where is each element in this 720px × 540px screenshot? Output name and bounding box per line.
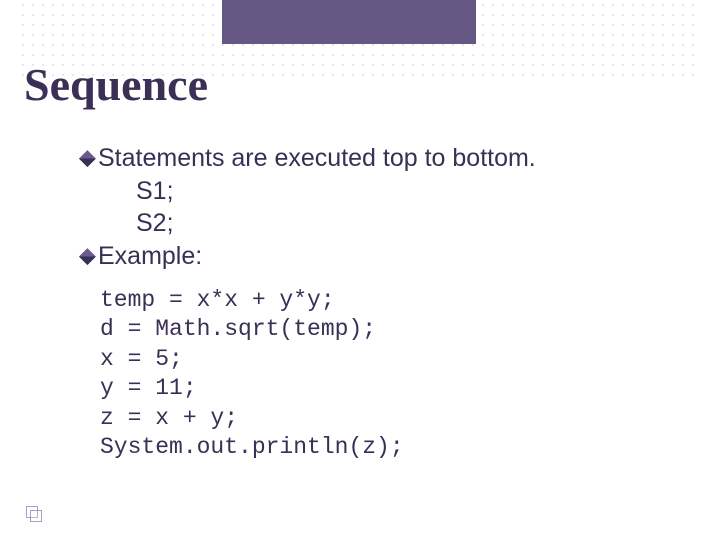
bullet-sub-s2: S2; xyxy=(136,207,650,240)
bullet-item-2: Example: xyxy=(80,240,650,273)
corner-squares-icon xyxy=(26,506,42,522)
diamond-bullet-icon xyxy=(79,150,96,167)
bullet-text: Statements are executed top to bottom. xyxy=(98,142,536,175)
top-purple-band xyxy=(222,0,476,44)
bullet-item-1: Statements are executed top to bottom. xyxy=(80,142,650,175)
slide: Sequence Statements are executed top to … xyxy=(0,0,720,540)
slide-title: Sequence xyxy=(24,58,208,111)
slide-body: Statements are executed top to bottom. S… xyxy=(80,142,650,463)
bullet-sub-s1: S1; xyxy=(136,175,650,208)
code-example: temp = x*x + y*y; d = Math.sqrt(temp); x… xyxy=(100,286,650,463)
bullet-text: Example: xyxy=(98,240,202,273)
diamond-bullet-icon xyxy=(79,248,96,265)
